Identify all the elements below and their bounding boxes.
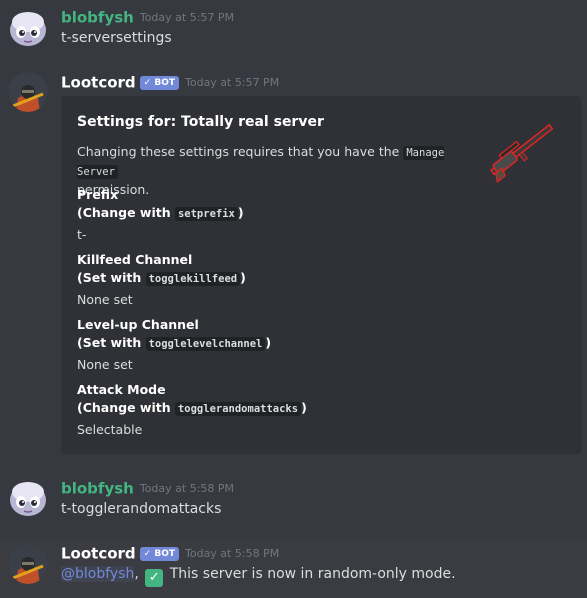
message-header: Lootcord ✓ BOT Today at 5:58 PM [61, 543, 279, 563]
field-name: Killfeed Channel [77, 252, 193, 267]
message-body: This server is now in random-only mode. [165, 566, 456, 582]
hint-text: (Set with [77, 270, 142, 285]
bot-badge: ✓ BOT [139, 546, 179, 561]
timestamp: Today at 5:58 PM [139, 482, 235, 495]
blob-avatar-icon [8, 8, 48, 48]
desc-text: Changing these settings requires that yo… [77, 144, 400, 159]
username[interactable]: Lootcord [61, 545, 136, 563]
timestamp: Today at 5:57 PM [139, 11, 235, 24]
message-text: @blobfysh, ✓ This server is now in rando… [61, 566, 456, 587]
user-avatar[interactable] [8, 8, 48, 48]
hint-code: setprefix [174, 207, 238, 221]
settings-embed: Settings for: Totally real server Changi… [61, 96, 581, 454]
field-value: Selectable [77, 422, 143, 437]
field-levelup: Level-up Channel (Set with togglelevelch… [77, 316, 497, 374]
hint-code: togglerandomattacks [174, 402, 302, 416]
field-killfeed: Killfeed Channel (Set with togglekillfee… [77, 251, 497, 309]
field-name: Attack Mode [77, 382, 166, 397]
field-hint: (Change with setprefix) [77, 204, 497, 223]
message-header: blobfysh Today at 5:58 PM [61, 478, 234, 498]
field-prefix: Prefix (Change with setprefix) t- [77, 186, 497, 244]
timestamp: Today at 5:57 PM [185, 76, 280, 89]
user-mention[interactable]: @blobfysh [61, 566, 135, 582]
hint-code: togglelevelchannel [145, 337, 266, 351]
sniper-rifle-icon [481, 114, 563, 186]
field-hint: (Set with togglekillfeed) [77, 269, 497, 288]
bot-badge: ✓ BOT [139, 75, 179, 90]
blob-avatar-icon [8, 478, 48, 518]
hint-close: ) [237, 205, 244, 220]
field-value: None set [77, 292, 133, 307]
field-value: t- [77, 227, 87, 242]
message-header: blobfysh Today at 5:57 PM [61, 7, 234, 27]
hint-text: (Change with [77, 400, 171, 415]
field-name: Prefix [77, 187, 119, 202]
bot-avatar[interactable] [8, 72, 48, 112]
hint-code: togglekillfeed [145, 272, 241, 286]
hint-close: ) [265, 335, 272, 350]
soldier-avatar-icon [8, 544, 48, 584]
user-avatar[interactable] [8, 478, 48, 518]
field-name: Level-up Channel [77, 317, 199, 332]
hint-close: ) [301, 400, 307, 415]
bot-avatar[interactable] [8, 544, 48, 584]
hint-text: (Change with [77, 205, 171, 220]
timestamp: Today at 5:58 PM [185, 547, 280, 560]
message-text: t-togglerandomattacks [61, 501, 222, 517]
username[interactable]: Lootcord [61, 74, 136, 92]
separator: , [134, 566, 139, 582]
username[interactable]: blobfysh [61, 9, 134, 27]
check-mark-icon: ✓ [145, 569, 164, 587]
field-hint: (Set with togglelevelchannel) [77, 334, 497, 353]
hint-close: ) [240, 270, 246, 285]
username[interactable]: blobfysh [61, 480, 134, 498]
field-hint: (Change with togglerandomattacks) [77, 399, 497, 418]
message-text: t-serversettings [61, 30, 172, 46]
field-value: None set [77, 357, 133, 372]
message-header: Lootcord ✓ BOT Today at 5:57 PM [61, 72, 279, 92]
soldier-avatar-icon [8, 72, 48, 112]
hint-text: (Set with [77, 335, 142, 350]
embed-title: Settings for: Totally real server [77, 114, 324, 130]
field-attack-mode: Attack Mode (Change with togglerandomatt… [77, 381, 497, 439]
